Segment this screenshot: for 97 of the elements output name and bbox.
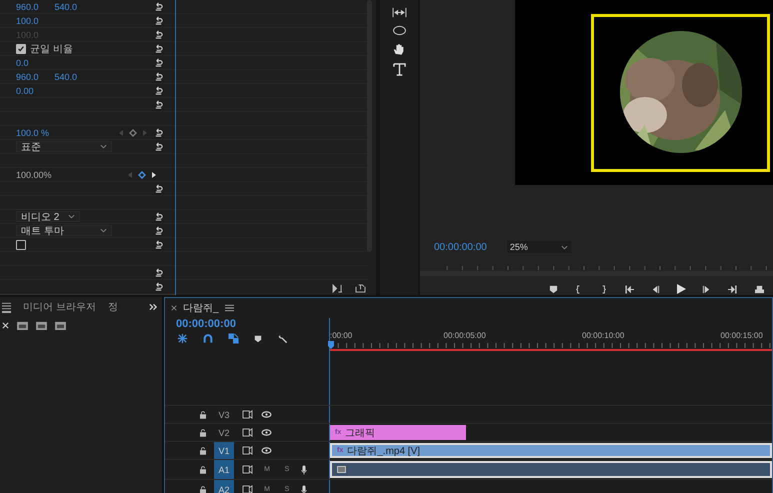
step-back-icon[interactable]	[651, 284, 660, 294]
sync-lock-icon[interactable]	[242, 428, 253, 437]
ruler-label: :00:00	[330, 331, 352, 340]
sync-lock-icon[interactable]	[242, 485, 253, 493]
go-to-in-icon[interactable]	[624, 284, 635, 294]
track-select-icon[interactable]	[392, 7, 407, 18]
timeline-clip[interactable]	[330, 461, 772, 478]
chevron-icon	[68, 214, 75, 219]
ruler-label: 00:00:05:00	[444, 331, 486, 340]
more-panels-icon[interactable]	[149, 303, 158, 311]
reset-icon[interactable]	[154, 282, 163, 291]
chevron-icon	[100, 228, 107, 233]
playhead-timecode[interactable]: 00:00:00:00	[434, 242, 487, 252]
sync-lock-icon[interactable]	[242, 465, 253, 474]
wrench-icon[interactable]	[277, 333, 288, 344]
sync-lock-icon[interactable]	[242, 446, 253, 455]
track-target[interactable]: V1	[214, 442, 234, 459]
close-icon[interactable]	[171, 305, 177, 311]
reset-icon[interactable]	[154, 16, 163, 25]
sequence-tab[interactable]: 다람쥐_	[183, 301, 219, 315]
menu-icon[interactable]	[224, 304, 234, 312]
lock-icon[interactable]	[200, 486, 206, 493]
lock-icon[interactable]	[200, 410, 206, 418]
menu-icon[interactable]	[2, 302, 11, 312]
clip-name: 다람쥐_.mp4 [V]	[347, 444, 420, 458]
track-target[interactable]: V3	[214, 406, 234, 423]
selection-frame[interactable]	[591, 14, 770, 172]
microphone-icon[interactable]	[301, 464, 307, 474]
sync-lock-icon[interactable]	[242, 410, 253, 419]
export-frame-icon[interactable]	[754, 284, 765, 294]
checkbox[interactable]	[16, 44, 26, 54]
linked-selection-icon[interactable]	[228, 333, 239, 344]
reset-icon[interactable]	[154, 226, 163, 235]
track-target[interactable]: A1	[214, 460, 234, 479]
step-forward-icon[interactable]	[702, 284, 711, 294]
lock-icon[interactable]	[200, 446, 206, 454]
checkbox-label: 균일 비율	[30, 42, 73, 56]
keyframe-navigator-icon[interactable]	[126, 170, 157, 178]
panel-tab[interactable]: 미디어 브라우저	[23, 300, 96, 314]
property-value[interactable]: 100.0	[16, 16, 39, 26]
dropdown[interactable]: 비디오 2	[16, 211, 80, 222]
dropdown[interactable]: 매트 투마	[16, 225, 112, 236]
playhead-handle[interactable]	[328, 341, 334, 349]
clip-name: 그래픽	[345, 426, 376, 440]
reset-icon[interactable]	[154, 100, 163, 109]
property-value[interactable]: 540.0	[54, 72, 78, 82]
marker-icon[interactable]	[254, 334, 262, 342]
reset-icon[interactable]	[154, 44, 163, 53]
property-value[interactable]: 0.0	[16, 58, 29, 68]
magnet-icon[interactable]	[203, 333, 213, 344]
panel-tab[interactable]: 정	[108, 300, 118, 314]
zoom-dropdown[interactable]: 25%	[506, 241, 571, 253]
ruler-label: 00:00:15:00	[720, 331, 763, 340]
go-to-out-icon[interactable]	[727, 284, 738, 294]
film-icon[interactable]	[55, 321, 66, 330]
reset-icon[interactable]	[154, 30, 163, 39]
eye-icon[interactable]	[261, 411, 272, 418]
ruler-label: 00:00:10:00	[582, 331, 624, 340]
dropdown[interactable]: 표준	[16, 141, 112, 152]
playhead-timecode[interactable]: 00:00:00:00	[165, 318, 236, 330]
chevron-icon	[100, 144, 107, 149]
reset-icon[interactable]	[154, 72, 163, 81]
checkbox[interactable]	[16, 240, 26, 250]
property-value[interactable]: 960.0	[16, 72, 39, 82]
reset-icon[interactable]	[154, 240, 163, 249]
chevron-icon	[560, 244, 568, 250]
track-target[interactable]: V2	[214, 424, 234, 441]
reset-icon[interactable]	[154, 58, 163, 67]
reset-icon[interactable]	[154, 142, 163, 151]
reset-icon[interactable]	[154, 128, 163, 137]
ellipse-tool-icon[interactable]	[392, 25, 407, 36]
reset-icon[interactable]	[154, 184, 163, 193]
film-icon[interactable]	[17, 321, 28, 330]
lock-icon[interactable]	[200, 428, 206, 436]
add-marker-icon[interactable]	[549, 284, 558, 294]
reset-icon[interactable]	[154, 268, 163, 277]
eye-icon[interactable]	[261, 429, 272, 436]
track-target[interactable]: A2	[214, 480, 234, 493]
reset-icon[interactable]	[154, 212, 163, 221]
reset-icon[interactable]	[154, 86, 163, 95]
lock-icon[interactable]	[200, 466, 206, 474]
property-value[interactable]: 0.00	[16, 86, 34, 96]
time-ruler[interactable]: :00:00 00:00:05:00 00:00:10:00 00:00:15:00	[329, 318, 772, 353]
property-value[interactable]: 100.00%	[16, 170, 52, 180]
export-icon[interactable]	[355, 284, 366, 293]
nest-icon[interactable]	[177, 333, 188, 344]
property-value[interactable]: 540.0	[54, 2, 78, 12]
hand-icon[interactable]	[392, 43, 406, 56]
property-value[interactable]: 100.0 %	[16, 128, 50, 138]
reset-icon[interactable]	[154, 2, 163, 11]
film-icon[interactable]	[36, 321, 47, 330]
type-tool-icon[interactable]	[392, 63, 406, 76]
property-value[interactable]: 960.0	[16, 2, 39, 12]
microphone-icon[interactable]	[301, 484, 307, 493]
play-icon[interactable]	[676, 284, 686, 294]
close-icon[interactable]	[2, 322, 9, 329]
eye-icon[interactable]	[261, 447, 272, 454]
